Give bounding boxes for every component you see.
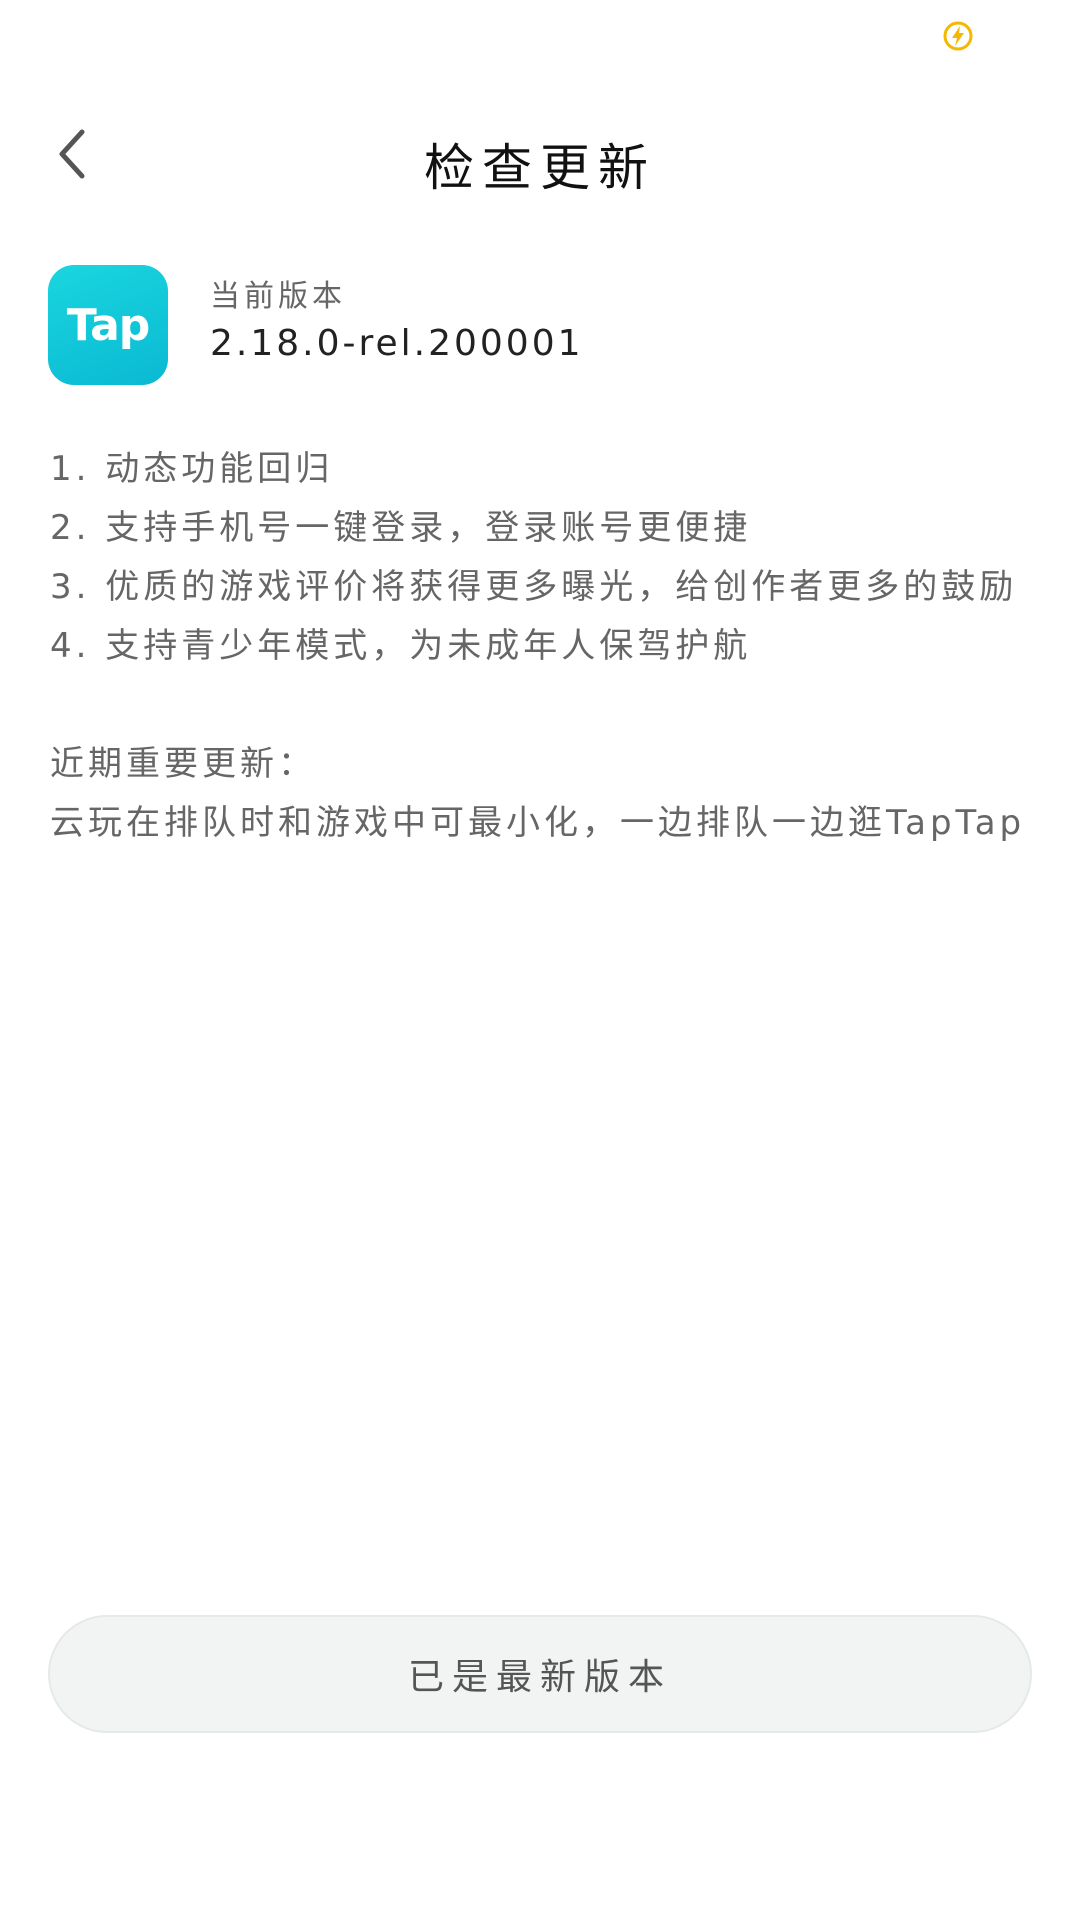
release-note-item: 2. 支持手机号一键登录，登录账号更便捷 (50, 508, 752, 548)
release-notes: 1. 动态功能回归 2. 支持手机号一键登录，登录账号更便捷 3. 优质的游戏评… (50, 440, 1030, 853)
app-logo: Tap (48, 265, 168, 385)
header: 检查更新 (0, 100, 1080, 210)
release-note-item: 1. 动态功能回归 (50, 449, 334, 489)
charging-icon (943, 21, 973, 51)
recent-updates-heading: 近期重要更新： (50, 744, 316, 784)
app-info: Tap 当前版本 2.18.0-rel.200001 (48, 265, 1028, 385)
recent-updates-text: 云玩在排队时和游戏中可最小化，一边排队一边逛TapTap (50, 803, 1026, 843)
version-caption: 当前版本 (210, 279, 346, 314)
release-note-item: 4. 支持青少年模式，为未成年人保驾护航 (50, 626, 752, 666)
version-value: 2.18.0-rel.200001 (210, 323, 584, 364)
app-logo-text: Tap (66, 299, 151, 351)
notes-spacer (50, 676, 1030, 735)
page-title: 检查更新 (424, 139, 656, 197)
status-bar (0, 0, 1080, 72)
release-note-item: 3. 优质的游戏评价将获得更多曝光，给创作者更多的鼓励 (50, 567, 1018, 607)
update-status-button[interactable]: 已是最新版本 (48, 1615, 1032, 1733)
